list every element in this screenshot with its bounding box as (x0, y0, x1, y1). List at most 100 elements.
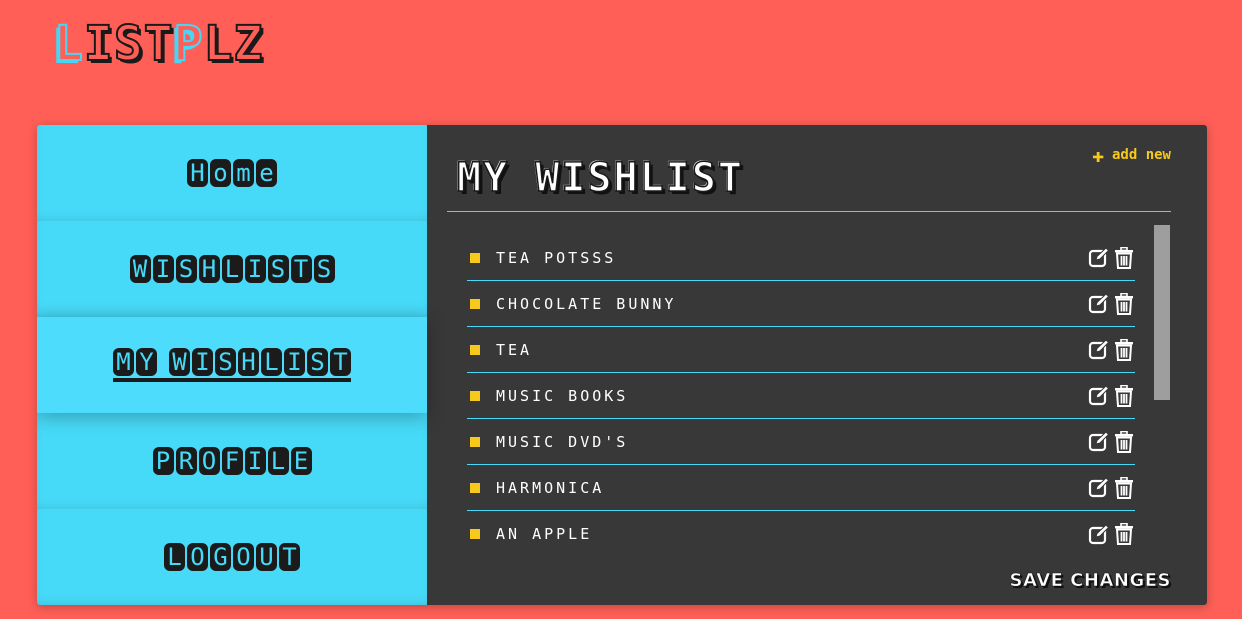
wishlist-panel: MY WISHLIST ✚ add new TEA POTSSS CHOCOLAT… (427, 125, 1207, 605)
edit-icon[interactable] (1087, 477, 1109, 499)
nav-label-char: W (129, 255, 151, 283)
list-scrollbar-thumb[interactable] (1154, 225, 1170, 400)
nav-label: Home (187, 159, 277, 187)
edit-icon[interactable] (1087, 385, 1109, 407)
nav-label-char: Y (136, 348, 157, 376)
add-new-label: add new (1111, 147, 1171, 163)
list-item: TEA POTSSS (467, 235, 1135, 281)
trash-icon[interactable] (1113, 246, 1135, 269)
add-new-button[interactable]: ✚ add new (1091, 143, 1171, 167)
bullet-icon (470, 298, 480, 309)
edit-icon[interactable] (1087, 293, 1109, 315)
item-label: MUSIC DVD'S (496, 432, 629, 451)
list-item: CHOCOLATE BUNNY (467, 281, 1135, 327)
logo-letter: Z (232, 16, 264, 72)
nav-label-char: R (175, 447, 197, 475)
item-actions (1087, 430, 1135, 453)
nav-label: PROFILE (152, 447, 312, 475)
nav-label-char: L (267, 447, 289, 475)
save-changes-button[interactable]: SAVE CHANGES (1009, 570, 1171, 592)
page-title: MY WISHLIST (456, 154, 744, 202)
nav-label-char: S (175, 255, 197, 283)
bullet-icon (470, 482, 480, 493)
trash-icon[interactable] (1113, 384, 1135, 407)
nav-label-char: O (187, 543, 208, 571)
nav-label-char: S (307, 348, 328, 376)
trash-icon[interactable] (1113, 476, 1135, 499)
nav-label-wrap: WISHLISTS (129, 255, 335, 283)
trash-icon[interactable] (1113, 292, 1135, 315)
edit-icon[interactable] (1087, 339, 1109, 361)
nav-label-char: S (267, 255, 289, 283)
nav-label-char: I (152, 255, 174, 283)
trash-icon[interactable] (1113, 338, 1135, 361)
item-actions (1087, 523, 1135, 545)
nav-label-char: G (210, 543, 231, 571)
edit-icon[interactable] (1087, 523, 1109, 545)
nav-label-char: L (164, 543, 185, 571)
nav-label-char: I (192, 348, 213, 376)
item-actions (1087, 476, 1135, 499)
nav-label-char: O (198, 447, 220, 475)
nav-label-char: o (210, 159, 231, 187)
trash-icon[interactable] (1113, 430, 1135, 453)
nav-label-char: I (284, 348, 305, 376)
nav-label: LOGOUT (164, 543, 300, 571)
title-divider (447, 211, 1171, 212)
nav-item-profile[interactable]: PROFILE (37, 413, 427, 509)
nav-item-my-wishlist[interactable]: MYWISHLIST (37, 317, 427, 413)
nav-label-char: P (152, 447, 174, 475)
bullet-icon (470, 436, 480, 447)
nav-label-char: L (261, 348, 282, 376)
nav-label-wrap: PROFILE (152, 447, 312, 475)
item-label: AN APPLE (496, 525, 593, 543)
item-actions (1087, 384, 1135, 407)
nav-label-char: T (290, 255, 312, 283)
trash-icon[interactable] (1113, 523, 1135, 545)
logo-letter: S (113, 16, 144, 72)
nav-label-char: F (221, 447, 243, 475)
nav-label-char: M (113, 348, 134, 376)
nav-label-char: m (233, 159, 254, 187)
nav-item-home[interactable]: Home (37, 125, 427, 221)
nav-label-char: S (215, 348, 236, 376)
item-actions (1087, 246, 1135, 269)
nav-label-wrap: MYWISHLIST (113, 348, 351, 382)
list-item: AN APPLE (467, 511, 1135, 555)
wishlist-list: TEA POTSSS CHOCOLATE BUNNY TEA MUSIC BOOKS M… (467, 235, 1135, 555)
nav-label-char: U (256, 543, 277, 571)
nav-label-char: T (279, 543, 300, 571)
item-label: MUSIC BOOKS (496, 386, 629, 405)
nav-label: WISHLISTS (129, 255, 335, 283)
logo-letter: L (53, 16, 84, 72)
nav-label-char: I (244, 447, 266, 475)
nav-label-char: E (290, 447, 312, 475)
list-item: MUSIC BOOKS (467, 373, 1135, 419)
plus-icon: ✚ (1091, 143, 1104, 167)
item-label: CHOCOLATE BUNNY (496, 294, 677, 313)
item-actions (1087, 338, 1135, 361)
logo-letter: I (83, 16, 114, 72)
nav-item-wishlists[interactable]: WISHLISTS (37, 221, 427, 317)
logo-letter: P (173, 16, 204, 72)
logo-letter: L (203, 16, 234, 72)
nav-label-char: O (233, 543, 254, 571)
bullet-icon (470, 252, 480, 263)
nav-item-logout[interactable]: LOGOUT (37, 509, 427, 605)
bullet-icon (470, 529, 480, 539)
edit-icon[interactable] (1087, 431, 1109, 453)
list-item: TEA (467, 327, 1135, 373)
nav-label-char (159, 348, 167, 376)
edit-icon[interactable] (1087, 247, 1109, 269)
item-label: HARMONICA (496, 478, 605, 497)
app-card: HomeWISHLISTSMYWISHLISTPROFILELOGOUT MY … (37, 125, 1207, 605)
item-actions (1087, 292, 1135, 315)
nav-label-char: I (244, 255, 266, 283)
nav-label-char: H (187, 159, 208, 187)
nav-label-char: H (238, 348, 259, 376)
logo-letter: T (143, 16, 174, 72)
item-label: TEA POTSSS (496, 248, 617, 267)
nav-label-char: S (313, 255, 335, 283)
sidebar-nav: HomeWISHLISTSMYWISHLISTPROFILELOGOUT (37, 125, 427, 605)
app-logo[interactable]: LISTPLZ (53, 16, 264, 72)
